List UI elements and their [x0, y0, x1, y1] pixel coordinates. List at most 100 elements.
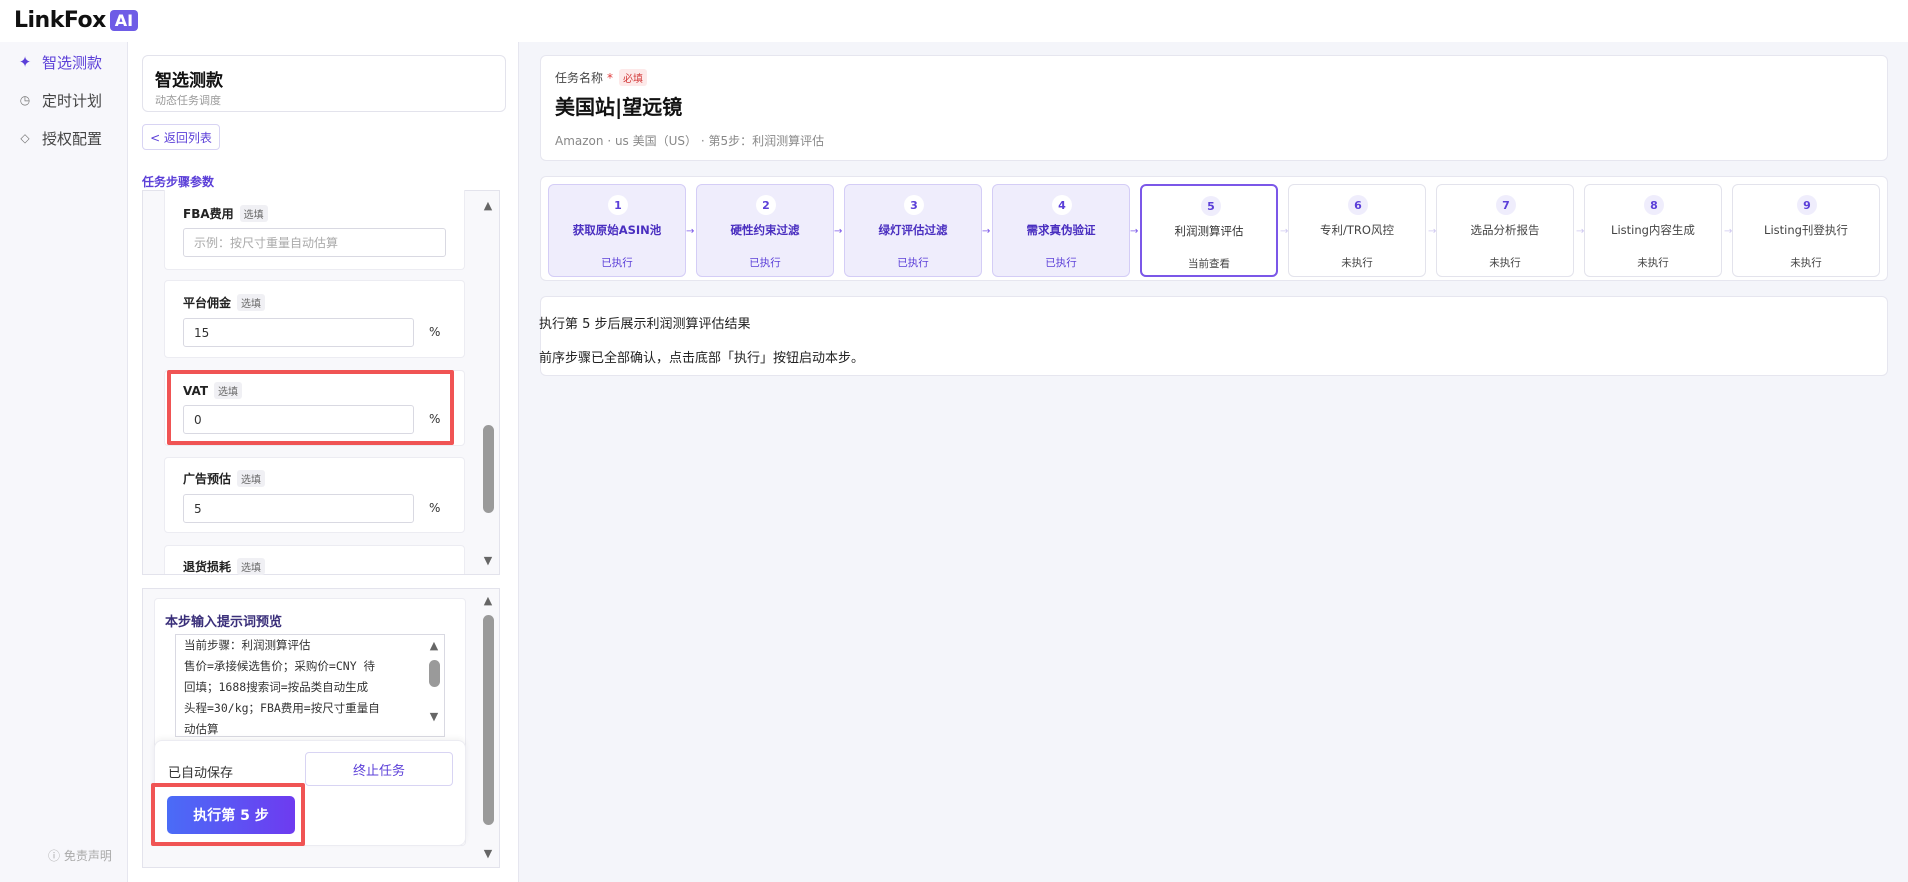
prompt-preview-text[interactable]: 当前步骤：利润测算评估 售价=承接候选售价；采购价=CNY 待 回填；1688搜…: [175, 634, 445, 737]
optional-badge: 选填: [214, 382, 243, 399]
app-logo[interactable]: LinkFox AI: [14, 8, 139, 33]
nav-item-scheduled-plan[interactable]: ◷ 定时计划: [10, 86, 122, 114]
result-hint: 执行第 5 步后展示利润测算评估结果: [539, 317, 751, 332]
step-status: 已执行: [897, 257, 929, 269]
back-to-list-button[interactable]: < 返回列表: [142, 124, 220, 150]
sparkle-icon: ✦: [18, 53, 32, 71]
step-arrow-icon: →: [834, 226, 843, 237]
step-status: 已执行: [601, 257, 633, 269]
param-card-fba: FBA费用 选填 示例：按尺寸重量自动估算: [164, 190, 465, 270]
step-title: Listing内容生成: [1611, 223, 1695, 237]
step-status: 已执行: [749, 257, 781, 269]
percent-unit: %: [429, 325, 441, 339]
prompt-scrollbar-thumb[interactable]: [429, 660, 440, 687]
ads-input[interactable]: 5: [183, 494, 414, 523]
prompt-scroll-down-arrow[interactable]: ▼: [427, 710, 441, 724]
optional-badge: 选填: [237, 294, 266, 311]
param-card-commission: 平台佣金 选填 15 %: [164, 280, 465, 358]
run-step-button[interactable]: 执行第 5 步: [167, 796, 295, 834]
module-subtitle: 动态任务调度: [155, 94, 221, 107]
stop-task-button[interactable]: 终止任务: [305, 752, 453, 786]
param-label: FBA费用 选填: [183, 205, 268, 222]
panel-scrollbar-thumb[interactable]: [483, 615, 494, 825]
step-title: 硬性约束过滤: [730, 223, 800, 237]
step-arrow-icon: →: [1130, 226, 1139, 237]
step-title: 获取原始ASIN池: [572, 223, 662, 237]
scroll-down-arrow[interactable]: ▼: [481, 554, 495, 568]
step-card-3[interactable]: 3 绿灯评估过滤 已执行: [844, 184, 982, 277]
step-number: 5: [1201, 196, 1221, 216]
param-label: 退货损耗 选填: [183, 558, 266, 575]
scroll-up-arrow[interactable]: ▲: [481, 199, 495, 213]
step-card-4[interactable]: 4 需求真伪验证 已执行: [992, 184, 1130, 277]
nav-item-label: 智选测款: [42, 53, 103, 72]
params-scrollbar-thumb[interactable]: [483, 425, 494, 513]
percent-unit: %: [429, 412, 441, 426]
step-card-2[interactable]: 2 硬性约束过滤 已执行: [696, 184, 834, 277]
logo-text: LinkFox: [14, 8, 106, 33]
step-title: 利润测算评估: [1174, 224, 1244, 238]
param-label: 平台佣金 选填: [183, 294, 266, 311]
optional-badge: 选填: [237, 558, 266, 575]
optional-badge: 选填: [239, 205, 268, 222]
nav-item-label: 授权配置: [42, 129, 103, 148]
nav-item-auth-config[interactable]: ◇ 授权配置: [10, 124, 122, 152]
required-star: *: [607, 70, 614, 85]
step-status: 未执行: [1341, 257, 1373, 269]
top-bar: LinkFox AI: [0, 0, 1908, 42]
params-section-label: 任务步骤参数: [142, 175, 215, 189]
param-label: 广告预估 选填: [183, 470, 266, 487]
disclaimer-link[interactable]: ⓘ 免责声明: [48, 847, 112, 864]
step-status: 未执行: [1489, 257, 1521, 269]
prompt-line: 回填；1688搜索词=按品类自动生成: [184, 680, 369, 694]
param-card-ads: 广告预估 选填 5 %: [164, 457, 465, 533]
step-number: 7: [1496, 195, 1516, 215]
required-badge: 必填: [619, 69, 648, 86]
module-title-card: 智选测款 动态任务调度: [142, 55, 506, 112]
diamond-icon: ◇: [20, 131, 30, 145]
panel-scroll-up-arrow[interactable]: ▲: [481, 594, 495, 608]
nav-item-smart-selection[interactable]: ✦ 智选测款: [10, 48, 122, 76]
panel-scroll-down-arrow[interactable]: ▼: [481, 847, 495, 861]
step-number: 4: [1052, 195, 1072, 215]
task-name-label: 任务名称 * 必填: [555, 69, 648, 86]
fba-fee-input[interactable]: 示例：按尺寸重量自动估算: [183, 228, 446, 257]
task-meta: Amazon · us 美国（US） · 第5步：利润测算评估: [555, 134, 825, 148]
param-label: VAT 选填: [183, 382, 243, 399]
step-number: 9: [1797, 195, 1817, 215]
step-arrow-icon: →: [982, 226, 991, 237]
prompt-scroll-up-arrow[interactable]: ▲: [427, 639, 441, 653]
step-title: 绿灯评估过滤: [878, 223, 948, 237]
step-title: 专利/TRO风控: [1320, 223, 1394, 237]
prompt-line: 当前步骤：利润测算评估: [184, 638, 311, 652]
logo-badge: AI: [109, 10, 139, 31]
step-number: 3: [904, 195, 924, 215]
step-number: 1: [608, 195, 628, 215]
step-card-8[interactable]: 8 Listing内容生成 未执行: [1584, 184, 1722, 277]
step-card-1[interactable]: 1 获取原始ASIN池 已执行: [548, 184, 686, 277]
step-number: 8: [1644, 195, 1664, 215]
param-card-vat: VAT 选填 0 %: [164, 370, 465, 446]
step-card-5[interactable]: 5 利润测算评估 当前查看: [1140, 184, 1278, 277]
vat-input[interactable]: 0: [183, 405, 414, 434]
commission-input[interactable]: 15: [183, 318, 414, 347]
step-status: 当前查看: [1188, 258, 1230, 270]
nav-item-label: 定时计划: [42, 91, 103, 110]
left-nav: [0, 42, 128, 882]
step-card-6[interactable]: 6 专利/TRO风控 未执行: [1288, 184, 1426, 277]
step-card-9[interactable]: 9 Listing刊登执行 未执行: [1732, 184, 1880, 277]
task-name: 美国站|望远镜: [555, 95, 683, 119]
autosave-status: 已自动保存: [168, 766, 234, 781]
percent-unit: %: [429, 501, 441, 515]
step-status: 未执行: [1637, 257, 1669, 269]
param-card-returns: 退货损耗 选填: [164, 545, 465, 575]
prompt-line: 动估算: [184, 722, 219, 736]
step-title: 需求真伪验证: [1026, 223, 1096, 237]
optional-badge: 选填: [237, 470, 266, 487]
module-title: 智选测款: [155, 71, 223, 91]
step-status: 已执行: [1045, 257, 1077, 269]
result-instruction: 前序步骤已全部确认，点击底部「执行」按钮启动本步。: [539, 351, 865, 366]
step-number: 2: [756, 195, 776, 215]
step-card-7[interactable]: 7 选品分析报告 未执行: [1436, 184, 1574, 277]
step-status: 未执行: [1790, 257, 1822, 269]
